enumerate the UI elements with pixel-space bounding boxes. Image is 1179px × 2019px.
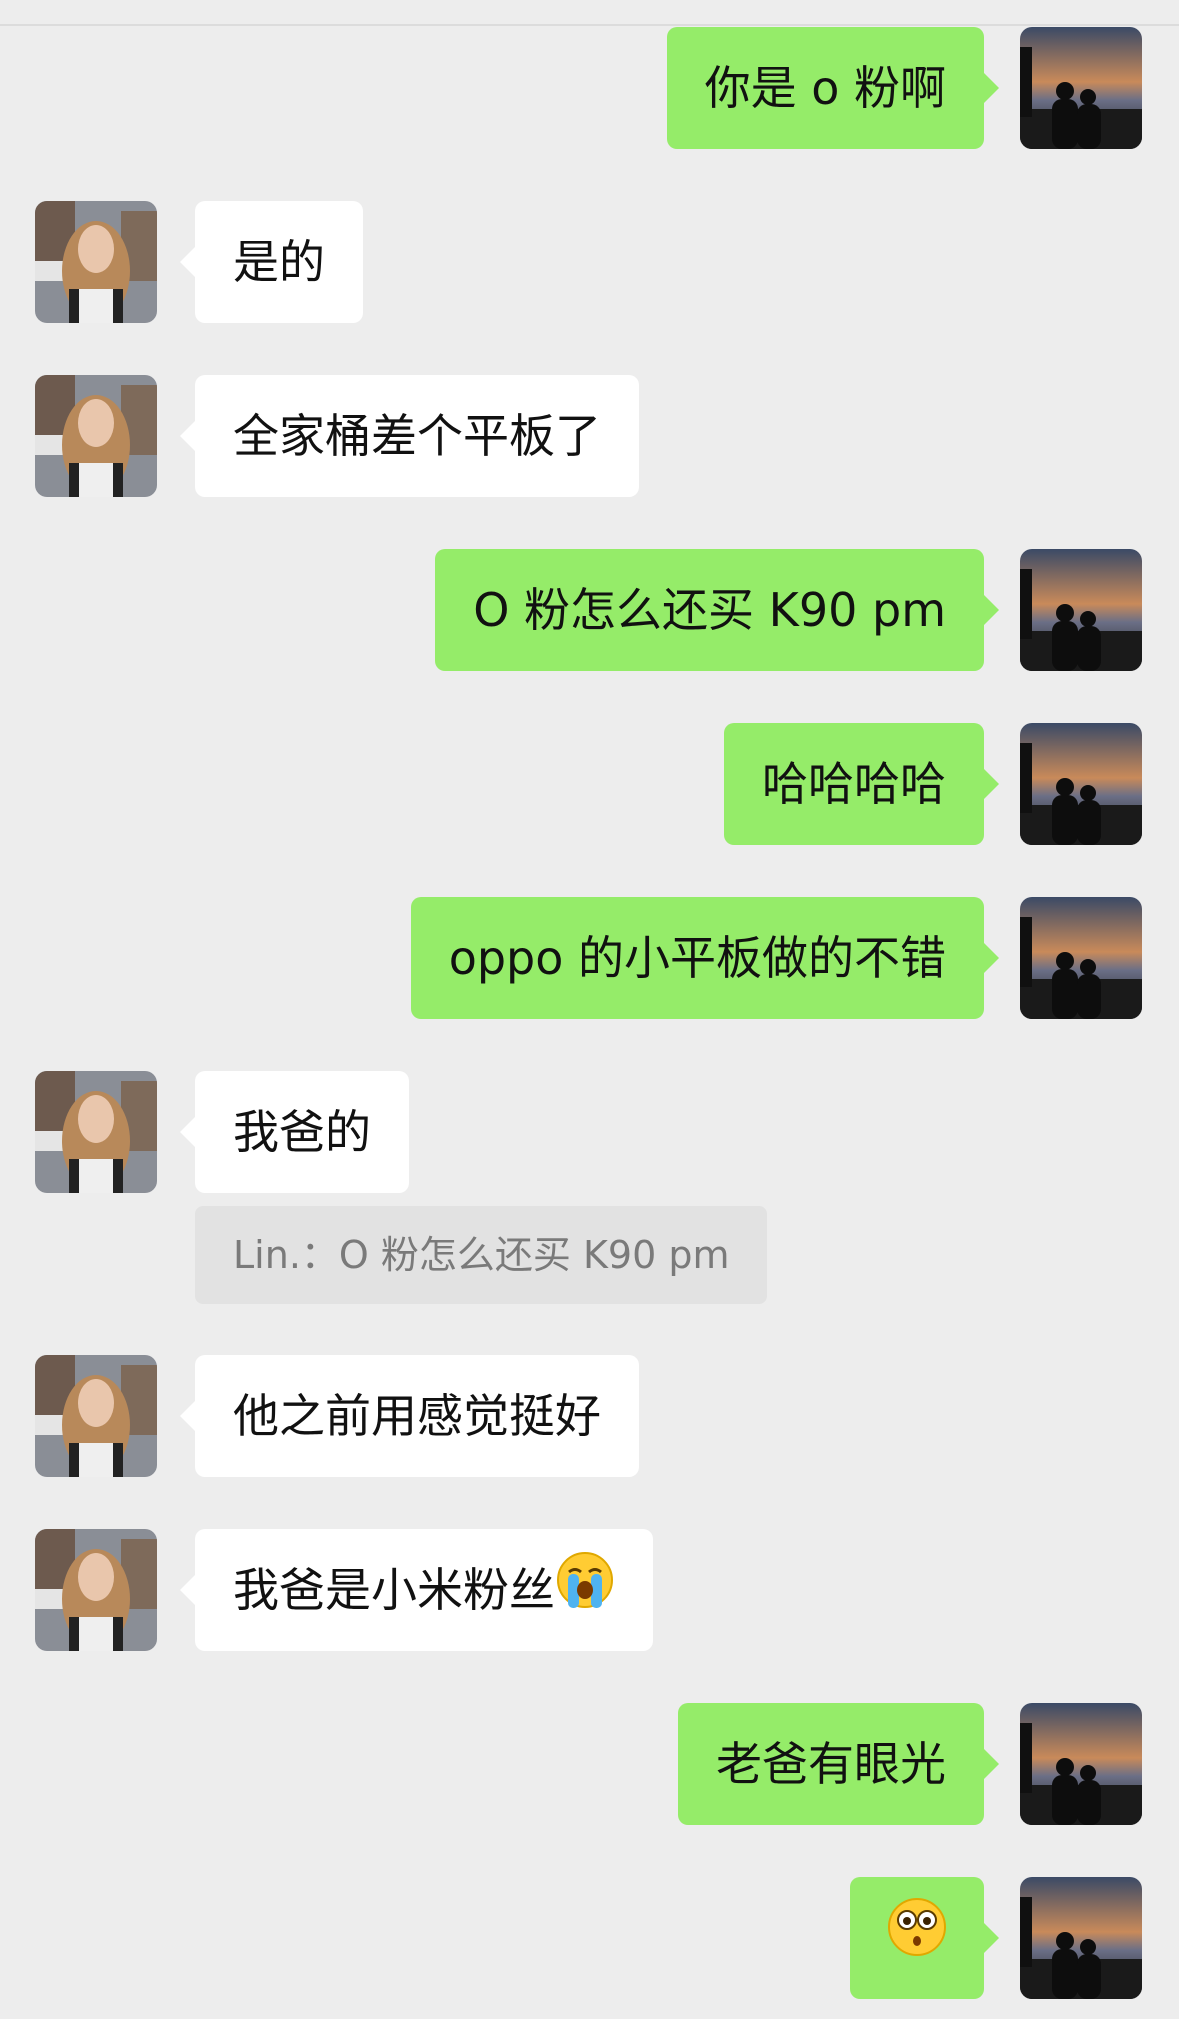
message-bubble-outgoing[interactable] <box>850 1877 999 1999</box>
message-text: 你是 o 粉啊 <box>704 61 946 115</box>
loudly-crying-face-icon <box>555 1533 615 1655</box>
message-text: 我爸是小米粉丝 <box>233 1563 555 1617</box>
contact-avatar[interactable] <box>35 375 157 497</box>
message-text: 老爸有眼光 <box>716 1737 946 1791</box>
my-avatar[interactable] <box>1020 1703 1142 1825</box>
message-bubble-incoming[interactable]: 我爸的 <box>180 1071 409 1193</box>
message-bubble-outgoing[interactable]: oppo 的小平板做的不错 <box>410 897 1000 1019</box>
message-bubble-incoming[interactable]: 他之前用感觉挺好 <box>180 1355 639 1477</box>
message-text: 我爸的 <box>233 1105 371 1159</box>
my-avatar[interactable] <box>1020 1877 1142 1999</box>
my-avatar[interactable] <box>1020 897 1142 1019</box>
message-bubble-incoming[interactable]: 我爸是小米粉丝 <box>180 1529 653 1651</box>
quoted-message[interactable]: Lin.：O 粉怎么还买 K90 pm <box>195 1206 768 1304</box>
message-bubble-incoming[interactable]: 是的 <box>180 201 363 323</box>
contact-avatar[interactable] <box>35 1355 157 1477</box>
flushed-face-icon <box>886 1881 948 2003</box>
quote-text: O 粉怎么还买 K90 pm <box>338 1233 730 1277</box>
message-bubble-outgoing[interactable]: 老爸有眼光 <box>678 1703 999 1825</box>
message-bubble-incoming[interactable]: 全家桶差个平板了 <box>180 375 639 497</box>
my-avatar[interactable] <box>1020 549 1142 671</box>
message-bubble-outgoing[interactable]: 你是 o 粉啊 <box>666 27 1000 149</box>
contact-avatar[interactable] <box>35 201 157 323</box>
message-bubble-outgoing[interactable]: O 粉怎么还买 K90 pm <box>435 549 999 671</box>
my-avatar[interactable] <box>1020 723 1142 845</box>
message-text: 全家桶差个平板了 <box>233 409 601 463</box>
message-text: 他之前用感觉挺好 <box>233 1389 601 1443</box>
chat-area[interactable]: 你是 o 粉啊 是的 全家桶差个平板了 O 粉怎么还买 K90 pm 哈哈哈哈 … <box>0 0 1179 2019</box>
message-text: O 粉怎么还买 K90 pm <box>473 583 946 637</box>
message-text: 哈哈哈哈 <box>762 757 946 811</box>
contact-avatar[interactable] <box>35 1529 157 1651</box>
quote-sender: Lin.： <box>233 1233 339 1277</box>
contact-avatar[interactable] <box>35 1071 157 1193</box>
message-text: oppo 的小平板做的不错 <box>448 931 946 985</box>
divider <box>0 24 1179 26</box>
message-bubble-outgoing[interactable]: 哈哈哈哈 <box>724 723 999 845</box>
my-avatar[interactable] <box>1020 27 1142 149</box>
message-text: 是的 <box>233 235 325 289</box>
